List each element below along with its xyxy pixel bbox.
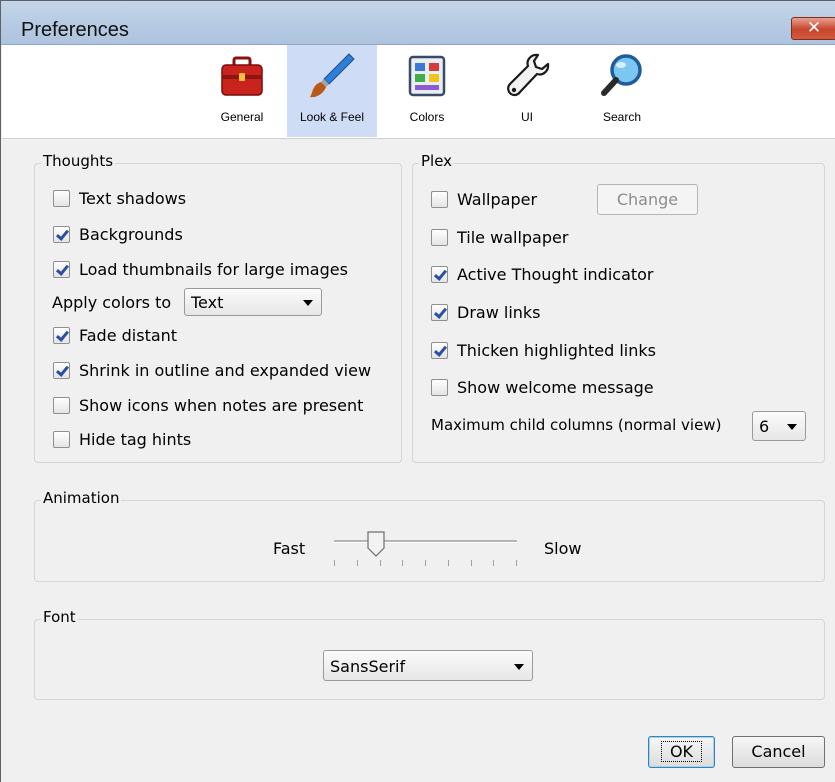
apply-colors-value: Text bbox=[191, 293, 224, 312]
thicken-links-label: Thicken highlighted links bbox=[457, 341, 656, 360]
font-group-title: Font bbox=[41, 608, 78, 626]
show-icons-option[interactable]: Show icons when notes are present bbox=[53, 396, 363, 415]
active-indicator-checkbox[interactable] bbox=[431, 266, 448, 283]
magnifier-icon bbox=[601, 54, 642, 96]
animation-speed-slider[interactable] bbox=[334, 531, 517, 569]
tile-wallpaper-checkbox[interactable] bbox=[431, 229, 448, 246]
backgrounds-checkbox[interactable] bbox=[53, 226, 70, 243]
slider-tick bbox=[334, 560, 335, 566]
apply-colors-label: Apply colors to bbox=[52, 293, 172, 312]
shrink-outline-label: Shrink in outline and expanded view bbox=[79, 361, 372, 380]
fade-distant-label: Fade distant bbox=[79, 326, 178, 345]
window-title: Preferences bbox=[21, 19, 129, 41]
slider-tick bbox=[402, 560, 403, 566]
plex-group-title: Plex bbox=[419, 152, 455, 170]
chevron-down-icon bbox=[787, 424, 797, 430]
backgrounds-label: Backgrounds bbox=[79, 225, 183, 244]
thicken-links-option[interactable]: Thicken highlighted links bbox=[431, 341, 656, 360]
max-columns-label: Maximum child columns (normal view) bbox=[431, 416, 722, 434]
load-thumbnails-checkbox[interactable] bbox=[53, 261, 70, 278]
cancel-button[interactable]: Cancel bbox=[732, 736, 825, 768]
slider-tick bbox=[448, 560, 449, 566]
slider-tick bbox=[425, 560, 426, 566]
text-shadows-checkbox[interactable] bbox=[53, 190, 70, 207]
text-shadows-option[interactable]: Text shadows bbox=[53, 189, 186, 208]
shrink-outline-checkbox[interactable] bbox=[53, 362, 70, 379]
toolbox-icon bbox=[221, 56, 263, 96]
slider-track bbox=[334, 540, 517, 543]
category-toolbar: General Look & Feel Colors UI Search bbox=[2, 45, 835, 139]
font-select-value: SansSerif bbox=[330, 657, 406, 676]
fade-distant-checkbox[interactable] bbox=[53, 327, 70, 344]
fast-label: Fast bbox=[273, 539, 306, 558]
ok-button-label: OK bbox=[660, 741, 703, 762]
wallpaper-option[interactable]: Wallpaper bbox=[431, 190, 537, 209]
draw-links-option[interactable]: Draw links bbox=[431, 303, 541, 322]
tab-general-label: General bbox=[220, 110, 264, 124]
tab-colors-label: Colors bbox=[409, 110, 445, 124]
slider-thumb[interactable] bbox=[367, 531, 385, 557]
load-thumbnails-option[interactable]: Load thumbnails for large images bbox=[53, 260, 348, 279]
tab-ui[interactable]: UI bbox=[487, 45, 567, 137]
wallpaper-label: Wallpaper bbox=[457, 190, 538, 209]
tab-search[interactable]: Search bbox=[577, 45, 667, 137]
active-indicator-label: Active Thought indicator bbox=[457, 265, 654, 284]
chevron-down-icon bbox=[303, 300, 313, 306]
show-icons-label: Show icons when notes are present bbox=[79, 396, 364, 415]
slider-tick bbox=[493, 560, 494, 566]
thicken-links-checkbox[interactable] bbox=[431, 342, 448, 359]
slider-tick bbox=[380, 560, 381, 566]
tile-wallpaper-label: Tile wallpaper bbox=[457, 228, 569, 247]
welcome-message-label: Show welcome message bbox=[457, 378, 654, 397]
tab-look-and-feel-label: Look & Feel bbox=[299, 110, 365, 124]
tab-ui-label: UI bbox=[521, 110, 533, 124]
title-bar[interactable]: Preferences ✕ bbox=[1, 1, 835, 45]
wrench-icon bbox=[507, 53, 550, 97]
hide-tag-hints-option[interactable]: Hide tag hints bbox=[53, 430, 191, 449]
slider-tick bbox=[471, 560, 472, 566]
wallpaper-checkbox[interactable] bbox=[431, 191, 448, 208]
backgrounds-option[interactable]: Backgrounds bbox=[53, 225, 183, 244]
close-button[interactable]: ✕ bbox=[791, 17, 835, 40]
text-shadows-label: Text shadows bbox=[79, 189, 187, 208]
welcome-message-checkbox[interactable] bbox=[431, 379, 448, 396]
thoughts-group-title: Thoughts bbox=[41, 152, 116, 170]
tab-look-and-feel[interactable]: Look & Feel bbox=[287, 45, 377, 137]
paintbrush-icon bbox=[310, 53, 355, 98]
max-columns-value: 6 bbox=[759, 417, 770, 436]
preferences-window: Preferences ✕ General Look & Feel Colors… bbox=[0, 0, 835, 782]
fade-distant-option[interactable]: Fade distant bbox=[53, 326, 177, 345]
welcome-message-option[interactable]: Show welcome message bbox=[431, 378, 654, 397]
hide-tag-hints-label: Hide tag hints bbox=[79, 430, 192, 449]
tile-wallpaper-option[interactable]: Tile wallpaper bbox=[431, 228, 568, 247]
tab-search-label: Search bbox=[602, 110, 642, 124]
draw-links-checkbox[interactable] bbox=[431, 304, 448, 321]
draw-links-label: Draw links bbox=[457, 303, 541, 322]
change-wallpaper-button[interactable]: Change bbox=[597, 184, 698, 215]
tab-general[interactable]: General bbox=[197, 45, 287, 137]
apply-colors-select[interactable]: Text bbox=[184, 288, 322, 316]
ok-button[interactable]: OK bbox=[648, 736, 715, 768]
palette-icon bbox=[408, 55, 446, 97]
chevron-down-icon bbox=[514, 664, 524, 670]
show-icons-checkbox[interactable] bbox=[53, 397, 70, 414]
max-columns-select[interactable]: 6 bbox=[752, 411, 806, 441]
tab-colors[interactable]: Colors bbox=[382, 45, 472, 137]
shrink-outline-option[interactable]: Shrink in outline and expanded view bbox=[53, 361, 371, 380]
font-select[interactable]: SansSerif bbox=[323, 650, 533, 681]
animation-group-title: Animation bbox=[41, 489, 122, 507]
load-thumbnails-label: Load thumbnails for large images bbox=[79, 260, 348, 279]
active-indicator-option[interactable]: Active Thought indicator bbox=[431, 265, 654, 284]
hide-tag-hints-checkbox[interactable] bbox=[53, 431, 70, 448]
slider-tick bbox=[516, 560, 517, 566]
slider-tick bbox=[357, 560, 358, 566]
slow-label: Slow bbox=[544, 539, 582, 558]
